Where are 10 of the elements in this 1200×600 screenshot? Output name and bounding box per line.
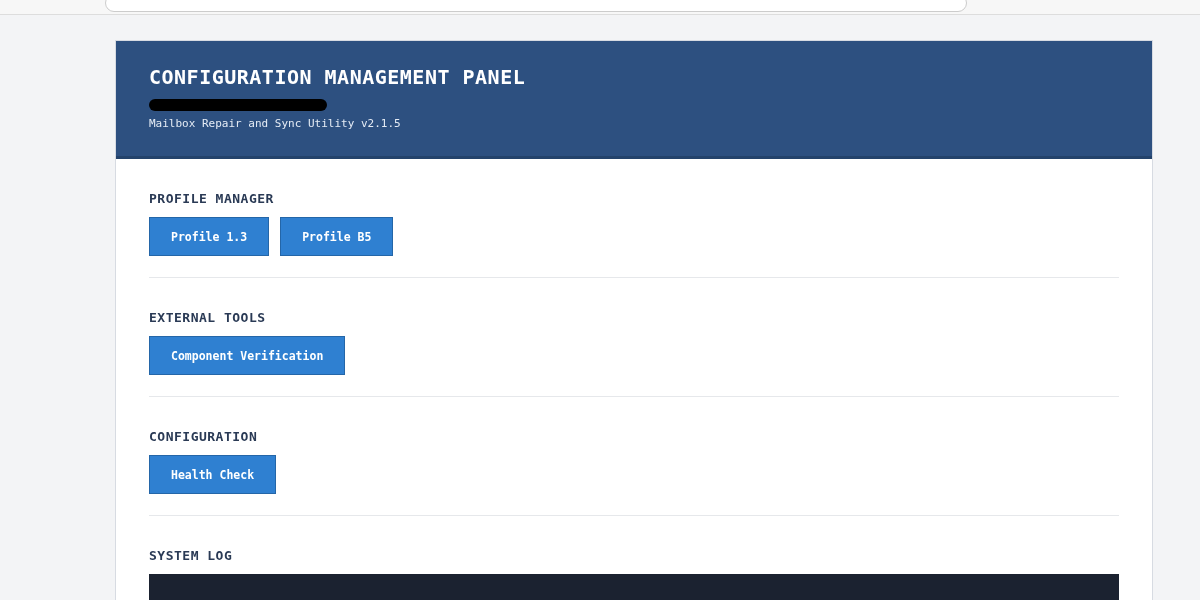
panel-subtitle: Mailbox Repair and Sync Utility v2.1.5	[149, 117, 402, 130]
panel-title: CONFIGURATION MANAGEMENT PANEL	[149, 65, 527, 89]
section-title: PROFILE MANAGER	[149, 191, 275, 206]
section-title: EXTERNAL TOOLS	[149, 310, 267, 325]
action-button[interactable]: Health Check	[149, 455, 277, 494]
action-button[interactable]: Profile 1.3	[149, 217, 270, 256]
section-title: CONFIGURATION	[149, 429, 259, 444]
action-button[interactable]: Profile B5	[280, 217, 394, 256]
action-button[interactable]: Component Verification	[149, 336, 346, 375]
section-title: SYSTEM LOG	[149, 548, 234, 563]
